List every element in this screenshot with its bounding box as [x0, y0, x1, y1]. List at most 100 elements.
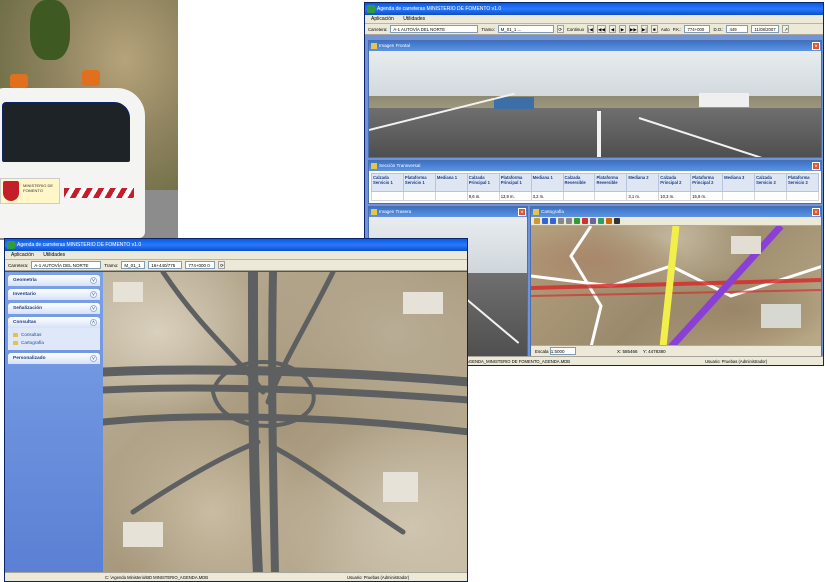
coat-of-arms-icon	[3, 181, 19, 201]
extent-icon[interactable]	[566, 218, 572, 224]
pan-icon[interactable]	[558, 218, 564, 224]
stop-icon[interactable]: ■	[650, 25, 658, 33]
carretera-select[interactable]: A-1 AUTOVÍA DEL NORTE	[31, 261, 102, 269]
title-bar: Agenda de carreteras MINISTERIO DE FOMEN…	[5, 239, 467, 251]
first-icon[interactable]: |◀	[587, 25, 594, 33]
menu-aplicacion[interactable]: Aplicación	[371, 16, 394, 22]
table-header: Plataforma Reversible	[594, 173, 628, 192]
carretera-select[interactable]: A-1 AUTOVÍA DEL NORTE	[390, 25, 479, 33]
chevron-down-icon[interactable]: ˅	[90, 291, 97, 298]
sidebar-section-consultas[interactable]: Consultas ˄	[8, 317, 100, 328]
chevron-up-icon[interactable]: ˄	[90, 319, 97, 326]
go-icon[interactable]: ↗	[782, 25, 790, 33]
info-icon[interactable]	[582, 218, 588, 224]
close-icon[interactable]: ×	[812, 42, 820, 50]
highway-interchange	[103, 272, 467, 572]
y-coordinate: Y: 4478380	[642, 349, 666, 354]
map-icon	[533, 209, 539, 215]
menu-aplicacion[interactable]: Aplicación	[11, 252, 34, 258]
status-database: C: \Agenda Ministerio\BD MINISTERIO_AGEN…	[105, 575, 209, 580]
table-cell	[402, 191, 436, 201]
menu-utilidades[interactable]: Utilidades	[43, 252, 65, 258]
close-icon[interactable]: ×	[518, 208, 526, 216]
close-icon[interactable]: ×	[812, 208, 820, 216]
carretera-label: Carretera:	[8, 262, 29, 268]
tramo-label: Tramo:	[104, 262, 119, 268]
map-toolbar	[531, 217, 821, 226]
chevron-down-icon[interactable]: ˅	[90, 305, 97, 312]
zoom-out-icon[interactable]	[550, 218, 556, 224]
safety-stripe	[64, 188, 134, 198]
table-header: Calzada Reversible	[562, 173, 596, 192]
status-user: Usuario: Pruebas (Administrador)	[705, 359, 768, 364]
sky	[369, 51, 821, 102]
rear-image-title: Imagen Trasera	[379, 209, 412, 214]
building	[383, 472, 418, 502]
refresh-icon[interactable]: ⟳	[556, 25, 564, 33]
close-icon[interactable]: ×	[812, 162, 820, 170]
secondary-app-window: Agenda de carreteras MINISTERIO DE FOMEN…	[4, 238, 468, 582]
frontal-image-panel: Imagen Frontal ×	[368, 40, 822, 158]
zoom-in-icon[interactable]	[542, 218, 548, 224]
status-bar: C: \Agenda Ministerio\BD MINISTERIO_AGEN…	[5, 572, 467, 581]
menu-utilidades[interactable]: Utilidades	[403, 16, 425, 22]
ramp	[130, 439, 261, 515]
play-icon[interactable]: ▶	[618, 25, 626, 33]
beacon-light	[10, 74, 28, 88]
date-input[interactable]: 11/08/2007	[751, 25, 780, 33]
extra-input[interactable]: 774+000 0	[185, 261, 216, 269]
prev-icon[interactable]: ◀	[608, 25, 616, 33]
rewind-icon[interactable]: ◀◀	[597, 25, 606, 33]
locate-icon[interactable]	[598, 218, 604, 224]
table-cell: 3,2 m.	[530, 191, 564, 201]
layer-icon[interactable]	[574, 218, 580, 224]
tramo-label: Tramo:	[481, 26, 495, 32]
map-view[interactable]	[531, 226, 821, 345]
lane-marking	[597, 111, 601, 157]
highway	[103, 365, 467, 387]
save-icon[interactable]	[614, 218, 620, 224]
building	[761, 304, 801, 328]
table-cell	[722, 191, 756, 201]
aerial-map-view[interactable]	[103, 272, 467, 572]
do-input[interactable]: 449	[726, 25, 749, 33]
sidebar-section-geometria[interactable]: Geometría ˅	[8, 275, 100, 286]
sidebar-section-personalizado[interactable]: Personalizado ˅	[8, 353, 100, 364]
pk-input[interactable]: 774+000	[684, 25, 711, 33]
logo-text: MINISTERIO DE FOMENTO	[23, 183, 54, 193]
chevron-down-icon[interactable]: ˅	[90, 277, 97, 284]
table-cell: 3,1 m.	[626, 191, 660, 201]
highway	[268, 272, 279, 572]
section-label: Señalización	[13, 306, 43, 311]
sidebar-item-consultas[interactable]: Consultas	[13, 331, 95, 339]
truck	[494, 97, 534, 109]
ministry-logo: MINISTERIO DE FOMENTO	[0, 178, 60, 204]
sidebar-section-senalizacion[interactable]: Señalización ˅	[8, 303, 100, 314]
cross-section-panel: Sección Transversal × Calzada Servicio 1…	[368, 160, 822, 204]
table-header: Plataforma Servicio 2	[785, 173, 820, 192]
sidebar-item-cartografia[interactable]: Cartografía	[13, 339, 95, 347]
auto-checkbox[interactable]: Auto	[661, 24, 670, 35]
beacon-light	[82, 70, 100, 86]
pk-label: P.K.:	[672, 26, 682, 32]
print-icon[interactable]	[606, 218, 612, 224]
tramo-select[interactable]: M_01_1 ...	[497, 25, 554, 33]
x-coordinate: X: 585466	[617, 349, 638, 354]
scale-input[interactable]: 1:5000	[549, 347, 576, 355]
app-icon	[367, 5, 375, 13]
sidebar-section-inventario[interactable]: Inventario ˅	[8, 289, 100, 300]
refresh-icon[interactable]: ⟳	[218, 261, 226, 269]
last-icon[interactable]: ▶|	[640, 25, 648, 33]
measure-icon[interactable]	[590, 218, 596, 224]
pk-input[interactable]: 16+440/775	[148, 261, 183, 269]
table-header: Mediana 2	[626, 173, 660, 192]
highway	[248, 272, 263, 572]
status-user: Usuario: Pruebas (Administrador)	[347, 575, 410, 580]
tramo-select[interactable]: M_01_1	[121, 261, 146, 269]
pointer-icon[interactable]	[534, 218, 540, 224]
window-title: Agenda de carreteras MINISTERIO DE FOMEN…	[377, 6, 502, 12]
continuo-checkbox[interactable]: Continuo	[567, 24, 584, 35]
forward-icon[interactable]: ▶▶	[628, 25, 638, 33]
chevron-down-icon[interactable]: ˅	[90, 355, 97, 362]
table-cell	[371, 191, 404, 201]
